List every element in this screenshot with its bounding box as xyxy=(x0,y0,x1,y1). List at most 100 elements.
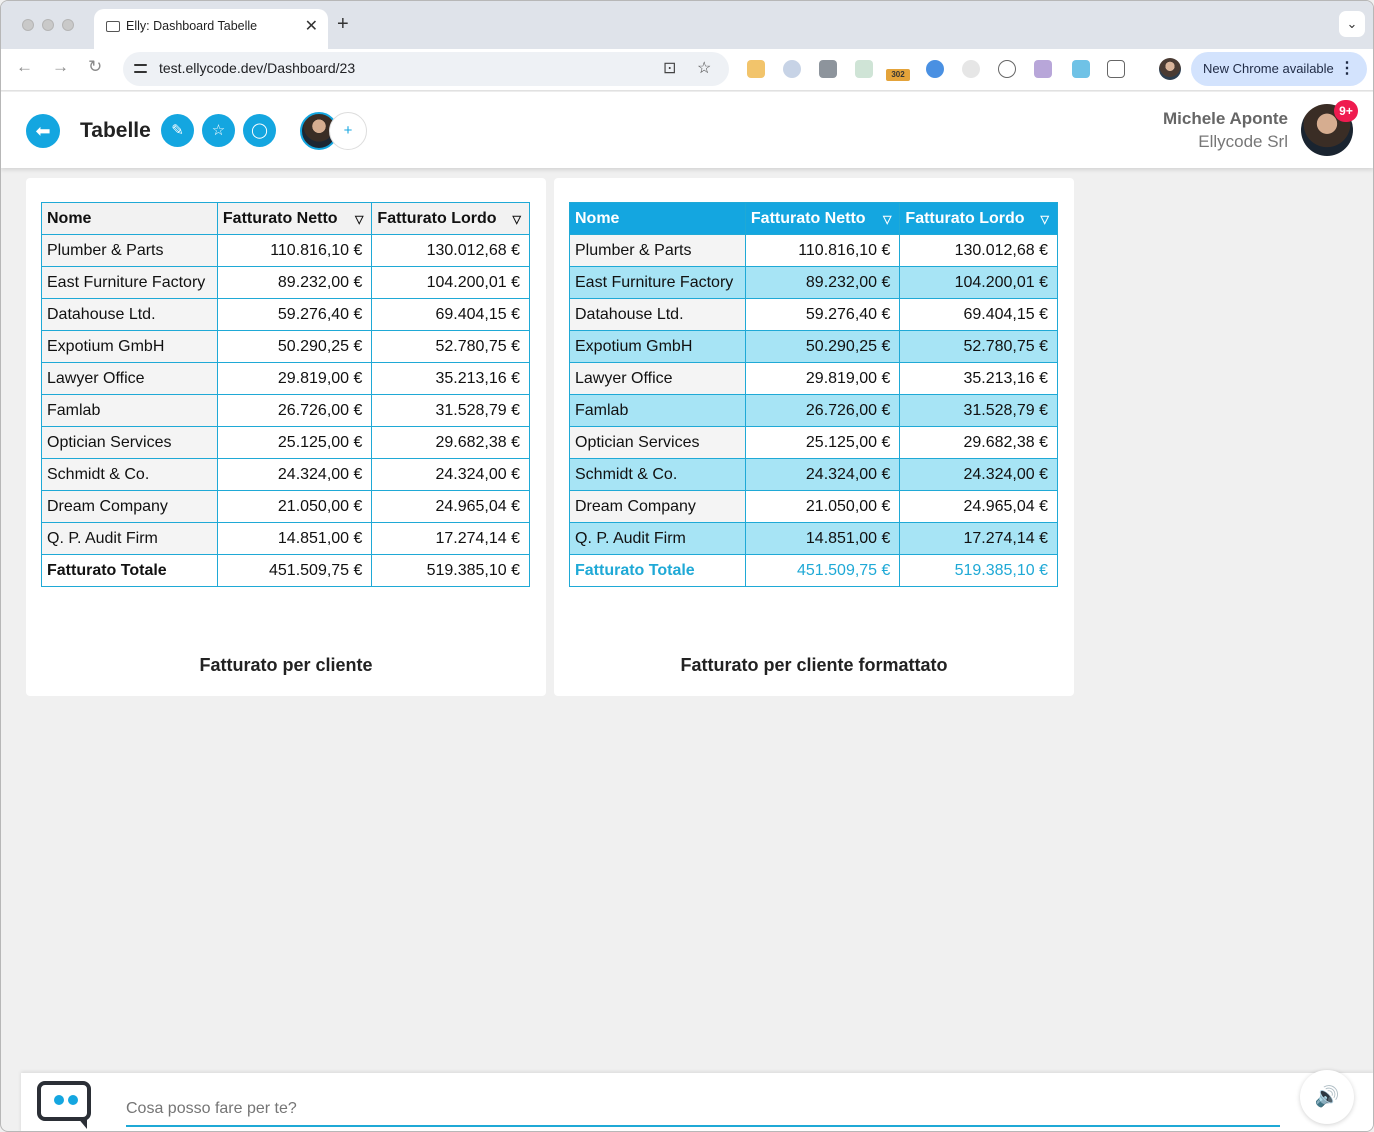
cell-net: 24.324,00 € xyxy=(744,458,901,491)
chat-bot-icon[interactable] xyxy=(37,1081,91,1121)
extension-icon-7[interactable] xyxy=(962,60,980,78)
cell-net: 25.125,00 € xyxy=(216,426,373,459)
table-row: Q. P. Audit Firm 14.851,00 €17.274,14 € xyxy=(41,522,530,555)
forward-arrow-icon[interactable]: → xyxy=(52,57,69,77)
cell-net: 50.290,25 € xyxy=(216,330,373,363)
column-header-name[interactable]: Nome xyxy=(569,202,746,235)
chat-input[interactable] xyxy=(126,1093,1280,1127)
profile-avatar[interactable] xyxy=(1159,58,1181,80)
extension-icon-5[interactable] xyxy=(889,55,907,67)
cell-gross: 52.780,75 € xyxy=(371,330,530,363)
url-text[interactable]: test.ellycode.dev/Dashboard/23 xyxy=(159,60,355,76)
cell-net: 59.276,40 € xyxy=(744,298,901,331)
extension-icon-1[interactable] xyxy=(747,60,765,78)
back-button[interactable]: ⬅ xyxy=(26,114,60,148)
cell-net: 29.819,00 € xyxy=(216,362,373,395)
cell-gross: 24.965,04 € xyxy=(899,490,1058,523)
table-row: East Furniture Factory 89.232,00 €104.200… xyxy=(41,266,530,299)
tab-close-button[interactable]: ✕ xyxy=(305,16,318,36)
kebab-menu-icon[interactable]: ⋮ xyxy=(1339,58,1355,78)
cell-gross: 35.213,16 € xyxy=(899,362,1058,395)
cell-gross: 29.682,38 € xyxy=(899,426,1058,459)
table-total-row: Fatturato Totale 451.509,75 €519.385,10 € xyxy=(569,554,1058,587)
pencil-icon: ✎ xyxy=(171,122,184,139)
table-row: Dream Company 21.050,00 €24.965,04 € xyxy=(41,490,530,523)
table-header-row: Nome Fatturato Netto ▽ Fatturato Lordo ▽ xyxy=(569,202,1058,235)
cell-gross: 31.528,79 € xyxy=(371,394,530,427)
tab-search-button[interactable]: ⌄ xyxy=(1339,11,1365,37)
revenue-table: Nome Fatturato Netto ▽ Fatturato Lordo ▽ P… xyxy=(41,202,530,587)
table-row: East Furniture Factory 89.232,00 €104.200… xyxy=(569,266,1058,299)
address-bar[interactable]: test.ellycode.dev/Dashboard/23 ⊡ ☆ xyxy=(123,52,729,86)
cell-net: 26.726,00 € xyxy=(216,394,373,427)
total-label: Fatturato Totale xyxy=(569,554,746,587)
extension-icon-2[interactable] xyxy=(783,60,801,78)
total-label: Fatturato Totale xyxy=(41,554,218,587)
table-row: Plumber & Parts 110.816,10 €130.012,68 € xyxy=(41,234,530,267)
favorite-button[interactable]: ☆ xyxy=(202,114,235,147)
insights-button[interactable]: ◯ xyxy=(243,114,276,147)
total-net: 451.509,75 € xyxy=(744,554,901,587)
speaker-icon: 🔊 xyxy=(1314,1086,1340,1108)
reload-icon[interactable]: ↻ xyxy=(88,57,102,77)
update-chrome-button[interactable]: New Chrome available ⋮ xyxy=(1191,52,1367,86)
new-tab-button[interactable]: + xyxy=(337,13,349,36)
cell-net: 50.290,25 € xyxy=(744,330,901,363)
bookmark-star-icon[interactable]: ☆ xyxy=(697,58,711,78)
total-net: 451.509,75 € xyxy=(216,554,373,587)
install-app-icon[interactable]: ⊡ xyxy=(663,58,676,78)
column-header-gross[interactable]: Fatturato Lordo ▽ xyxy=(899,202,1058,235)
cell-name: Plumber & Parts xyxy=(569,234,746,267)
column-header-name[interactable]: Nome xyxy=(41,202,218,235)
cell-net: 21.050,00 € xyxy=(216,490,373,523)
browser-tab[interactable]: Elly: Dashboard Tabelle ✕ xyxy=(94,9,328,49)
star-icon: ☆ xyxy=(211,122,226,139)
cell-gross: 17.274,14 € xyxy=(371,522,530,555)
back-arrow-icon[interactable]: ← xyxy=(16,57,33,77)
total-gross: 519.385,10 € xyxy=(899,554,1058,587)
extension-icon-4[interactable] xyxy=(855,60,873,78)
page-title: Tabelle xyxy=(80,119,151,142)
column-header-net[interactable]: Fatturato Netto ▽ xyxy=(216,202,373,235)
flask-icon[interactable] xyxy=(1034,60,1052,78)
table-row: Dream Company 21.050,00 €24.965,04 € xyxy=(569,490,1058,523)
extension-icon-10[interactable] xyxy=(1072,60,1090,78)
cell-gross: 130.012,68 € xyxy=(371,234,530,267)
cell-gross: 24.324,00 € xyxy=(899,458,1058,491)
filter-icon[interactable]: ▽ xyxy=(513,213,521,226)
edit-button[interactable]: ✎ xyxy=(161,114,194,147)
cell-gross: 24.965,04 € xyxy=(371,490,530,523)
window-minimize-button[interactable] xyxy=(42,19,54,31)
notification-badge[interactable]: 9+ xyxy=(1334,100,1358,122)
extension-icon-6[interactable] xyxy=(926,60,944,78)
cell-name: Q. P. Audit Firm xyxy=(569,522,746,555)
cell-name: Famlab xyxy=(41,394,218,427)
user-name: Michele Aponte xyxy=(1163,109,1288,128)
column-header-net[interactable]: Fatturato Netto ▽ xyxy=(744,202,901,235)
window-close-button[interactable] xyxy=(22,19,34,31)
add-member-button[interactable]: + xyxy=(329,112,367,150)
cell-name: Lawyer Office xyxy=(569,362,746,395)
cell-net: 26.726,00 € xyxy=(744,394,901,427)
window-zoom-button[interactable] xyxy=(62,19,74,31)
column-header-gross[interactable]: Fatturato Lordo ▽ xyxy=(371,202,530,235)
filter-icon[interactable]: ▽ xyxy=(1041,213,1049,226)
site-settings-icon[interactable] xyxy=(133,61,149,77)
filter-icon[interactable]: ▽ xyxy=(355,213,363,226)
table-row: Optician Services 25.125,00 €29.682,38 € xyxy=(41,426,530,459)
filter-icon[interactable]: ▽ xyxy=(883,213,891,226)
cell-name: Famlab xyxy=(569,394,746,427)
extension-icon-8[interactable] xyxy=(998,60,1016,78)
table-card-plain: Nome Fatturato Netto ▽ Fatturato Lordo ▽ P… xyxy=(26,178,546,696)
cell-name: Schmidt & Co. xyxy=(41,458,218,491)
cell-net: 29.819,00 € xyxy=(744,362,901,395)
extension-icon-3[interactable] xyxy=(819,60,837,78)
total-gross: 519.385,10 € xyxy=(371,554,530,587)
table-row: Expotium GmbH 50.290,25 €52.780,75 € xyxy=(569,330,1058,363)
table-row: Datahouse Ltd. 59.276,40 €69.404,15 € xyxy=(569,298,1058,331)
table-row: Q. P. Audit Firm 14.851,00 €17.274,14 € xyxy=(569,522,1058,555)
speaker-button[interactable]: 🔊 xyxy=(1300,1070,1354,1124)
puzzle-icon[interactable] xyxy=(1107,60,1125,78)
table-row: Lawyer Office 29.819,00 €35.213,16 € xyxy=(569,362,1058,395)
table-total-row: Fatturato Totale 451.509,75 €519.385,10 € xyxy=(41,554,530,587)
